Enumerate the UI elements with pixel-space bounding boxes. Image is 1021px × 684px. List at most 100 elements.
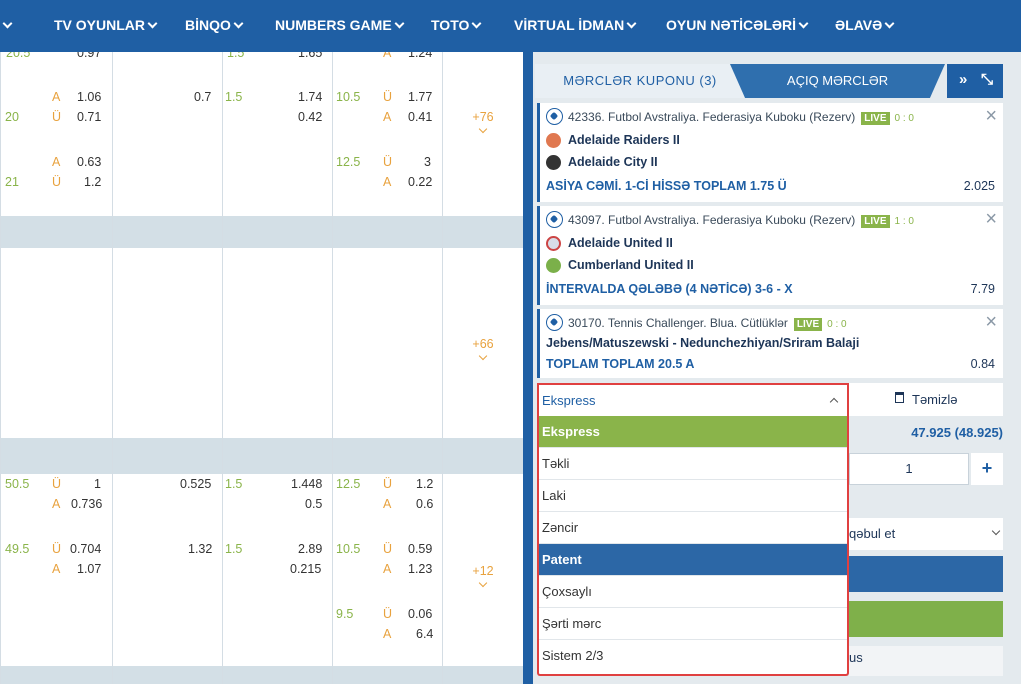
bet-type-option[interactable]: Çoxsaylı <box>539 576 847 608</box>
nav-item-toto[interactable]: TOTO <box>431 17 482 33</box>
bet-type-option[interactable]: Laki <box>539 480 847 512</box>
nav-item-virtual-sports[interactable]: VİRTUAL İDMAN <box>514 17 637 33</box>
expand-icon[interactable]: » <box>959 71 967 88</box>
odds-value[interactable]: 1.23 <box>408 562 432 576</box>
odds-value[interactable]: 0.71 <box>77 110 101 124</box>
collapse-icon[interactable]: ⤡ <box>981 71 993 88</box>
chevron-down-icon <box>478 578 488 588</box>
odds-value[interactable]: 0.704 <box>70 542 101 556</box>
odds-line: 10.5 <box>336 542 361 556</box>
chevron-down-icon <box>233 18 244 29</box>
odds-value[interactable]: 0.59 <box>408 542 432 556</box>
clear-slip-button[interactable]: Təmizlə <box>849 383 1003 416</box>
live-badge: LIVE <box>793 318 823 331</box>
odds-value[interactable]: 0.6 <box>416 497 433 511</box>
odds-value[interactable]: 0.215 <box>290 562 321 576</box>
odds-value[interactable]: 0.06 <box>408 607 432 621</box>
odds-value[interactable]: 0.42 <box>298 110 322 124</box>
tab-bet-coupon[interactable]: MƏRCLƏR KUPONU (3) <box>535 64 745 98</box>
bonus-row[interactable]: us <box>849 646 1003 676</box>
clear-label: Təmizlə <box>912 392 958 407</box>
bet-type-option[interactable]: Sistem 2/3 <box>539 640 847 672</box>
section-divider <box>0 666 523 684</box>
nav-item-more[interactable]: ƏLAVƏ <box>835 17 895 33</box>
more-markets-button[interactable]: +12 <box>463 564 503 588</box>
odds-label: Ü <box>383 155 393 169</box>
bet-type-option[interactable]: Təkli <box>539 448 847 480</box>
odds-label: A <box>383 175 392 189</box>
bet-type-select[interactable]: Ekspress <box>537 383 849 416</box>
nav-item-results[interactable]: OYUN NƏTİCƏLƏRİ <box>666 17 809 33</box>
chevron-down-icon <box>394 18 405 29</box>
tab-open-bets[interactable]: AÇIQ MƏRCLƏR <box>730 64 945 98</box>
stake-increase-button[interactable]: + <box>971 453 1003 485</box>
chevron-down-icon <box>478 124 488 134</box>
odds-value[interactable]: 1.65 <box>298 52 322 60</box>
nav-partial-item[interactable] <box>0 17 13 33</box>
odds-value[interactable]: 1.32 <box>188 542 212 556</box>
odds-value[interactable]: 1.74 <box>298 90 322 104</box>
section-divider <box>0 438 523 474</box>
nav-item-bingo[interactable]: BİNQO <box>185 17 244 33</box>
odds-value[interactable]: 1.2 <box>84 175 101 189</box>
odds-value[interactable]: 0.5 <box>305 497 322 511</box>
nav-item-numbers-game[interactable]: NUMBERS GAME <box>275 17 405 33</box>
quick-bet-button[interactable] <box>849 601 1003 637</box>
live-score: 1 : 0 <box>894 216 914 227</box>
odds-value[interactable]: 0.736 <box>71 497 102 511</box>
odds-label: Ü <box>52 477 62 491</box>
close-icon[interactable]: × <box>985 208 997 231</box>
nav-item-tv-games[interactable]: TV OYUNLAR <box>54 17 158 33</box>
odds-value[interactable]: 1.07 <box>77 562 101 576</box>
team-logo-icon <box>546 258 561 273</box>
bet-event-title: 42336. Futbol Avstraliya. Federasiya Kub… <box>568 110 856 124</box>
bet-event-header: 42336. Futbol Avstraliya. Federasiya Kub… <box>568 110 914 125</box>
odds-value[interactable]: 1.06 <box>77 90 101 104</box>
bet-type-option[interactable]: Zəncir <box>539 512 847 544</box>
accept-label: qəbul et <box>849 526 896 541</box>
odds-line: 1.5 <box>225 542 243 556</box>
odds-line: 9.5 <box>336 607 354 621</box>
bet-type-option[interactable]: Şərti mərc <box>539 608 847 640</box>
chevron-down-icon <box>884 18 895 29</box>
odds-label: A <box>52 90 61 104</box>
bet-type-option[interactable]: Patent <box>539 544 847 576</box>
panel-controls: » ⤡ <box>947 64 1003 98</box>
odds-value[interactable]: 6.4 <box>416 627 433 641</box>
odds-line[interactable]: 20.5 <box>6 52 30 60</box>
odds-value[interactable]: 1.24 <box>408 52 432 60</box>
place-bet-button[interactable] <box>849 556 1003 592</box>
team-away: Adelaide City II <box>568 155 658 169</box>
section-divider <box>0 216 523 248</box>
odds-value[interactable]: 1.2 <box>416 477 433 491</box>
odds-label: Ü <box>52 110 62 124</box>
odds-line: 21 <box>5 175 19 189</box>
odds-value[interactable]: 0.97 <box>77 52 101 60</box>
live-score: 0 : 0 <box>894 113 914 124</box>
live-badge: LIVE <box>861 112 890 125</box>
odds-value[interactable]: 0.7 <box>194 90 211 104</box>
stake-input[interactable]: 1 <box>849 453 969 485</box>
bet-odd: 0.84 <box>970 357 995 371</box>
odds-line[interactable]: 1.5 <box>227 52 244 60</box>
column-divider <box>442 52 443 684</box>
more-markets-button[interactable]: +76 <box>463 110 503 134</box>
top-navigation: TV OYUNLAR BİNQO NUMBERS GAME TOTO VİRTU… <box>0 0 1021 52</box>
odds-value[interactable]: 1.448 <box>291 477 322 491</box>
accept-changes-select[interactable]: qəbul et <box>849 518 1003 550</box>
odds-value[interactable]: 0.63 <box>77 155 101 169</box>
close-icon[interactable]: × <box>985 311 997 334</box>
odds-value[interactable]: 0.22 <box>408 175 432 189</box>
odds-line: 50.5 <box>5 477 30 491</box>
odds-value[interactable]: 1 <box>94 477 101 491</box>
close-icon[interactable]: × <box>985 105 997 128</box>
more-markets-button[interactable]: +66 <box>463 337 503 361</box>
bet-event-header: 43097. Futbol Avstraliya. Federasiya Kub… <box>568 213 914 228</box>
odds-value[interactable]: 3 <box>424 155 431 169</box>
bet-type-option[interactable]: Ekspress <box>539 416 847 448</box>
odds-value[interactable]: 2.89 <box>298 542 322 556</box>
odds-value[interactable]: 0.41 <box>408 110 432 124</box>
bet-market: TOPLAM TOPLAM 20.5 A <box>546 357 695 371</box>
odds-value[interactable]: 0.525 <box>180 477 211 491</box>
odds-value[interactable]: 1.77 <box>408 90 432 104</box>
